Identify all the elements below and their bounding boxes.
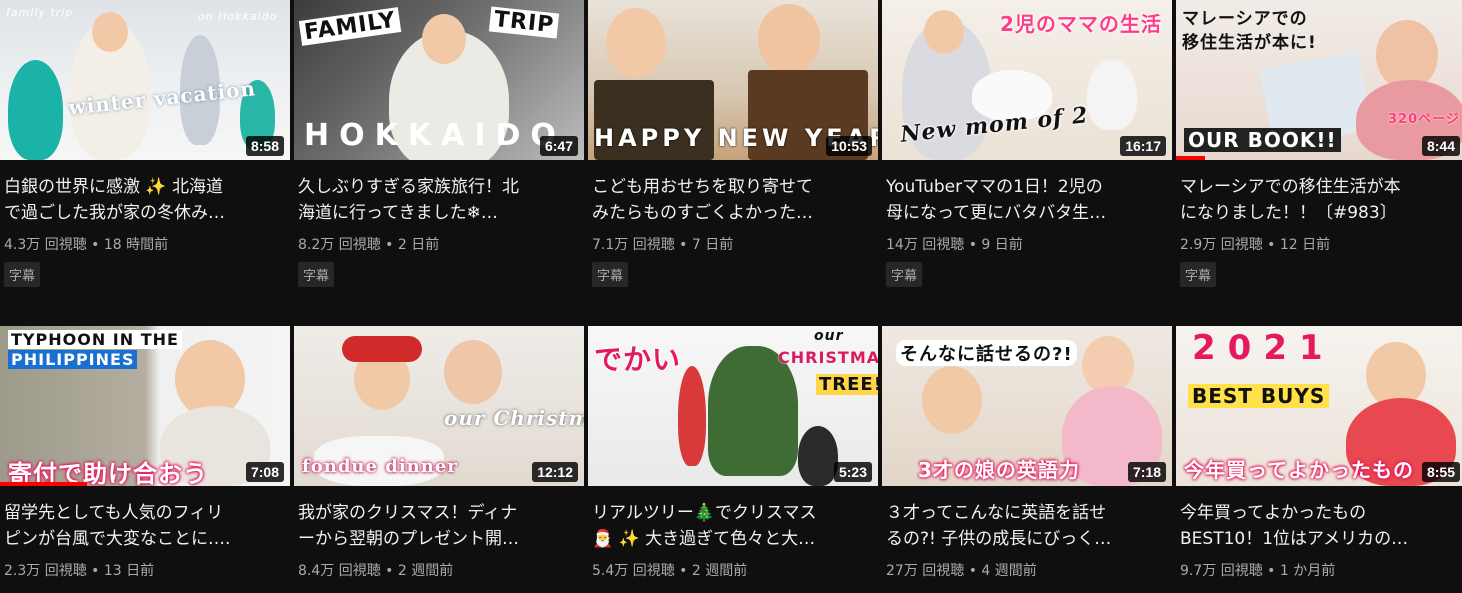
video-duration: 12:12 [532, 462, 578, 482]
video-thumbnail[interactable]: family trip on Hokkaido winter vacation … [0, 0, 290, 160]
video-thumbnail[interactable]: HAPPY NEW YEAR 10:53 [588, 0, 878, 160]
subtitles-badge: 字幕 [1180, 262, 1217, 287]
video-duration: 7:08 [245, 462, 284, 482]
video-card[interactable]: our Christmas fondue dinner 12:12 我が家のクリ… [294, 326, 584, 580]
subtitles-badge: 字幕 [886, 262, 923, 287]
video-card[interactable]: 2021 BEST BUYS 今年買ってよかったもの 8:55 今年買ってよかっ… [1176, 326, 1462, 580]
video-grid: family trip on Hokkaido winter vacation … [0, 0, 1462, 593]
video-card[interactable]: 2児のママの生活 New mom of 2 16:17 YouTuberママの1… [882, 0, 1172, 287]
video-title[interactable]: 我が家のクリスマス！ディナ ーから翌朝のプレゼント開… [298, 500, 576, 552]
video-card[interactable]: HAPPY NEW YEAR 10:53 こども用おせちを取り寄せて みたらものす… [588, 0, 878, 287]
video-duration: 16:17 [1120, 136, 1166, 156]
watch-progress-bar [0, 482, 87, 486]
video-card[interactable]: family trip on Hokkaido winter vacation … [0, 0, 290, 287]
video-duration: 7:18 [1127, 462, 1166, 482]
video-meta: 8.2万 回視聴 • 2 日前 [298, 237, 440, 253]
video-meta: 2.9万 回視聴 • 12 日前 [1180, 237, 1331, 253]
subtitles-badge: 字幕 [592, 262, 629, 287]
video-duration: 8:55 [1421, 462, 1460, 482]
video-card[interactable]: マレーシアでの 移住生活が本に! 320ページ OUR BOOK!! 8:44 … [1176, 0, 1462, 287]
thumbnail-caption: 2児のママの生活 [1000, 12, 1162, 36]
video-card[interactable]: FAMILY TRIP HOKKAIDO 6:47 久しぶりすぎる家族旅行！北海… [294, 0, 584, 287]
video-title[interactable]: 久しぶりすぎる家族旅行！北 海道に行ってきました❄… [298, 174, 576, 226]
thumbnail-caption: OUR BOOK!! [1184, 128, 1341, 152]
video-card[interactable]: TYPHOON IN THE PHILIPPINES 寄付で助け合おう 7:08… [0, 326, 290, 580]
video-meta: 27万 回視聴 • 4 週間前 [886, 563, 1037, 579]
video-meta: 9.7万 回視聴 • 1 か月前 [1180, 563, 1336, 579]
thumbnail-caption: 320ページ [1388, 112, 1460, 127]
thumbnail-caption: fondue dinner [302, 456, 458, 477]
video-title[interactable]: 今年買ってよかったもの BEST10！1位はアメリカの… [1180, 500, 1458, 552]
video-thumbnail[interactable]: TYPHOON IN THE PHILIPPINES 寄付で助け合おう 7:08 [0, 326, 290, 486]
video-thumbnail[interactable]: そんなに話せるの?! 3才の娘の英語力 7:18 [882, 326, 1172, 486]
video-meta: 5.4万 回視聴 • 2 週間前 [592, 563, 748, 579]
video-title[interactable]: 白銀の世界に感激 ✨ 北海道 で過ごした我が家の冬休み… [4, 174, 282, 226]
video-thumbnail[interactable]: マレーシアでの 移住生活が本に! 320ページ OUR BOOK!! 8:44 [1176, 0, 1462, 160]
video-thumbnail[interactable]: our Christmas fondue dinner 12:12 [294, 326, 584, 486]
video-card[interactable]: でかい our CHRISTMAS TREE! 5:23 リアルツリー🎄でクリス… [588, 326, 878, 580]
video-title[interactable]: こども用おせちを取り寄せて みたらものすごくよかった… [592, 174, 870, 226]
video-duration: 5:23 [833, 462, 872, 482]
thumbnail-caption: 移住生活が本に! [1182, 33, 1317, 53]
thumbnail-caption: our Christmas [444, 406, 584, 430]
video-duration: 8:44 [1421, 136, 1460, 156]
video-title[interactable]: ３才ってこんなに英語を話せ るの?! 子供の成長にびっく… [886, 500, 1164, 552]
subtitles-badge: 字幕 [4, 262, 41, 287]
thumbnail-caption: CHRISTMAS [778, 348, 878, 367]
video-meta: 7.1万 回視聴 • 7 日前 [592, 237, 734, 253]
video-meta: 8.4万 回視聴 • 2 週間前 [298, 563, 454, 579]
video-title[interactable]: YouTuberママの1日！2児の 母になって更にバタバタ生… [886, 174, 1164, 226]
thumbnail-caption: TYPHOON IN THE [8, 330, 182, 349]
thumbnail-caption: TREE! [816, 374, 878, 395]
video-card[interactable]: そんなに話せるの?! 3才の娘の英語力 7:18 ３才ってこんなに英語を話せ るの… [882, 326, 1172, 580]
video-title[interactable]: リアルツリー🎄でクリスマス 🎅 ✨ 大き過ぎて色々と大… [592, 500, 870, 552]
thumbnail-caption: on Hokkaido [198, 10, 278, 23]
video-title[interactable]: 留学先としても人気のフィリ ピンが台風で大変なことに…. [4, 500, 282, 552]
thumbnail-caption: BEST BUYS [1188, 384, 1330, 408]
video-thumbnail[interactable]: FAMILY TRIP HOKKAIDO 6:47 [294, 0, 584, 160]
video-thumbnail[interactable]: 2021 BEST BUYS 今年買ってよかったもの 8:55 [1176, 326, 1462, 486]
thumbnail-caption: 3才の娘の英語力 [918, 458, 1080, 482]
thumbnail-caption: そんなに話せるの?! [896, 340, 1077, 366]
video-meta: 14万 回視聴 • 9 日前 [886, 237, 1023, 253]
thumbnail-caption: マレーシアでの [1182, 9, 1308, 29]
video-duration: 6:47 [539, 136, 578, 156]
thumbnail-caption: family trip [6, 6, 74, 19]
video-duration: 10:53 [826, 136, 872, 156]
video-meta: 4.3万 回視聴 • 18 時間前 [4, 237, 169, 253]
video-duration: 8:58 [245, 136, 284, 156]
thumbnail-caption: でかい [594, 343, 682, 376]
thumbnail-caption: HOKKAIDO [304, 118, 566, 153]
thumbnail-caption: our [814, 328, 844, 344]
video-thumbnail[interactable]: でかい our CHRISTMAS TREE! 5:23 [588, 326, 878, 486]
subtitles-badge: 字幕 [298, 262, 335, 287]
thumbnail-caption: PHILIPPINES [8, 350, 138, 369]
watch-progress-bar [1176, 156, 1205, 160]
thumbnail-caption: 今年買ってよかったもの [1184, 458, 1414, 482]
video-meta: 2.3万 回視聴 • 13 日前 [4, 563, 155, 579]
thumbnail-caption: 2021 [1192, 328, 1335, 368]
video-thumbnail[interactable]: 2児のママの生活 New mom of 2 16:17 [882, 0, 1172, 160]
video-title[interactable]: マレーシアでの移住生活が本 になりました！！〔#983〕 [1180, 174, 1458, 226]
